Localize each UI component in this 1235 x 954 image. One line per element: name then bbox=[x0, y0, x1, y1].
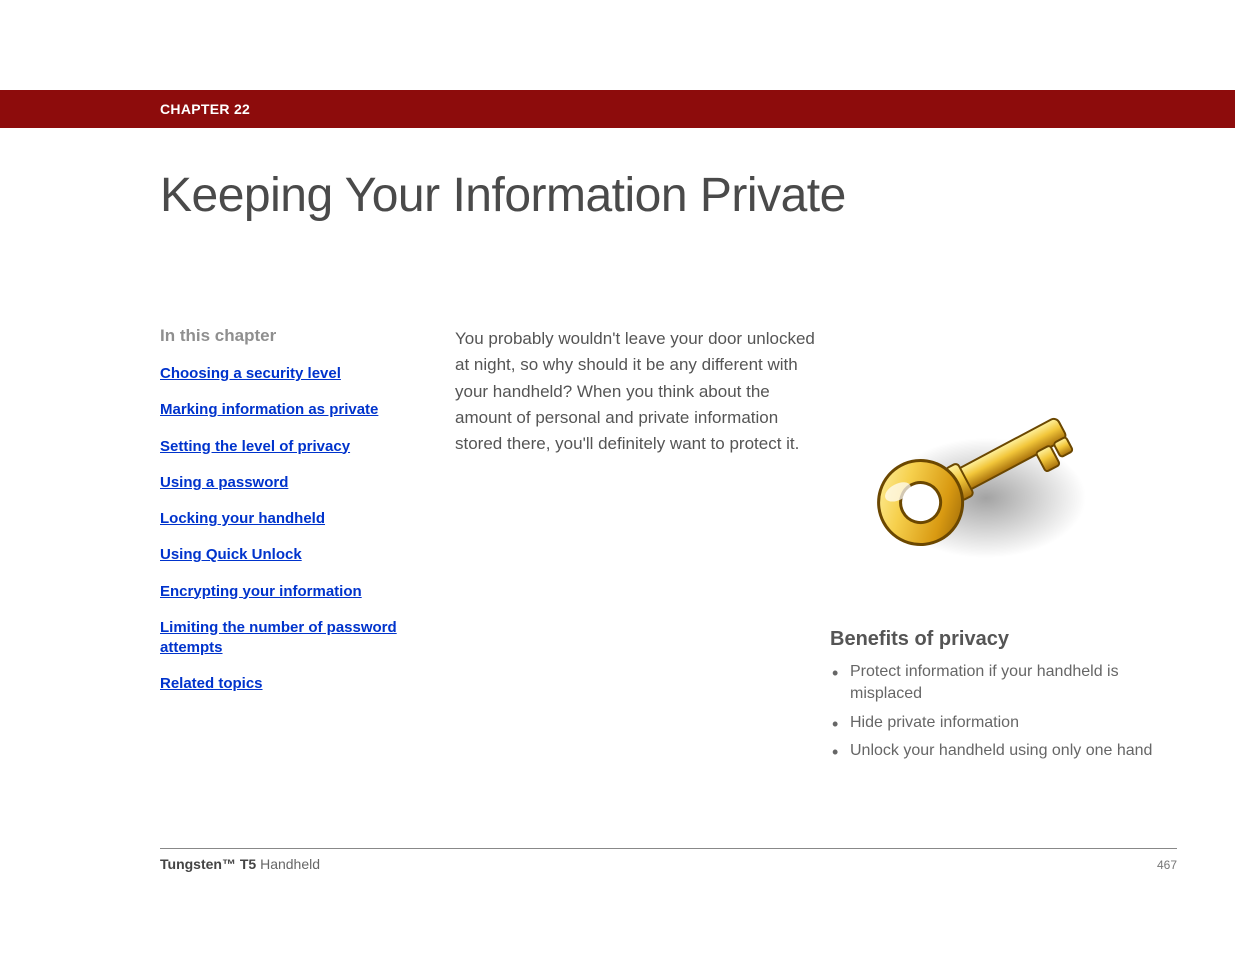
benefit-item: Hide private information bbox=[830, 712, 1180, 734]
footer-page-number: 467 bbox=[1157, 858, 1177, 872]
key-icon bbox=[858, 372, 1098, 572]
chapter-bar: CHAPTER 22 bbox=[0, 90, 1235, 128]
footer-product-suffix: Handheld bbox=[256, 856, 320, 872]
toc-link-setting-privacy-level[interactable]: Setting the level of privacy bbox=[160, 437, 400, 457]
sidebar-heading: In this chapter bbox=[160, 326, 420, 346]
footer-product-name: Tungsten™ T5 bbox=[160, 856, 256, 872]
benefit-item: Protect information if your handheld is … bbox=[830, 661, 1180, 706]
toc-link-locking-handheld[interactable]: Locking your handheld bbox=[160, 509, 400, 529]
toc-link-encrypting[interactable]: Encrypting your information bbox=[160, 582, 400, 602]
toc-link-marking-private[interactable]: Marking information as private bbox=[160, 400, 400, 420]
benefits-heading: Benefits of privacy bbox=[830, 628, 1180, 651]
toc-link-choosing-security-level[interactable]: Choosing a security level bbox=[160, 364, 400, 384]
toc-link-limiting-attempts[interactable]: Limiting the number of password attempts bbox=[160, 618, 400, 659]
benefits-section: Benefits of privacy Protect information … bbox=[830, 628, 1180, 769]
footer-rule bbox=[160, 848, 1177, 849]
toc-link-quick-unlock[interactable]: Using Quick Unlock bbox=[160, 545, 400, 565]
toc-link-using-password[interactable]: Using a password bbox=[160, 473, 400, 493]
benefit-item: Unlock your handheld using only one hand bbox=[830, 740, 1180, 762]
page-title: Keeping Your Information Private bbox=[160, 168, 846, 223]
toc-link-related-topics[interactable]: Related topics bbox=[160, 674, 400, 694]
footer-product: Tungsten™ T5 Handheld bbox=[160, 856, 320, 872]
in-this-chapter-sidebar: In this chapter Choosing a security leve… bbox=[160, 326, 420, 711]
benefits-list: Protect information if your handheld is … bbox=[830, 661, 1180, 763]
intro-paragraph: You probably wouldn't leave your door un… bbox=[455, 326, 815, 458]
chapter-label: CHAPTER 22 bbox=[58, 90, 1177, 128]
page: CHAPTER 22 Keeping Your Information Priv… bbox=[0, 0, 1235, 954]
